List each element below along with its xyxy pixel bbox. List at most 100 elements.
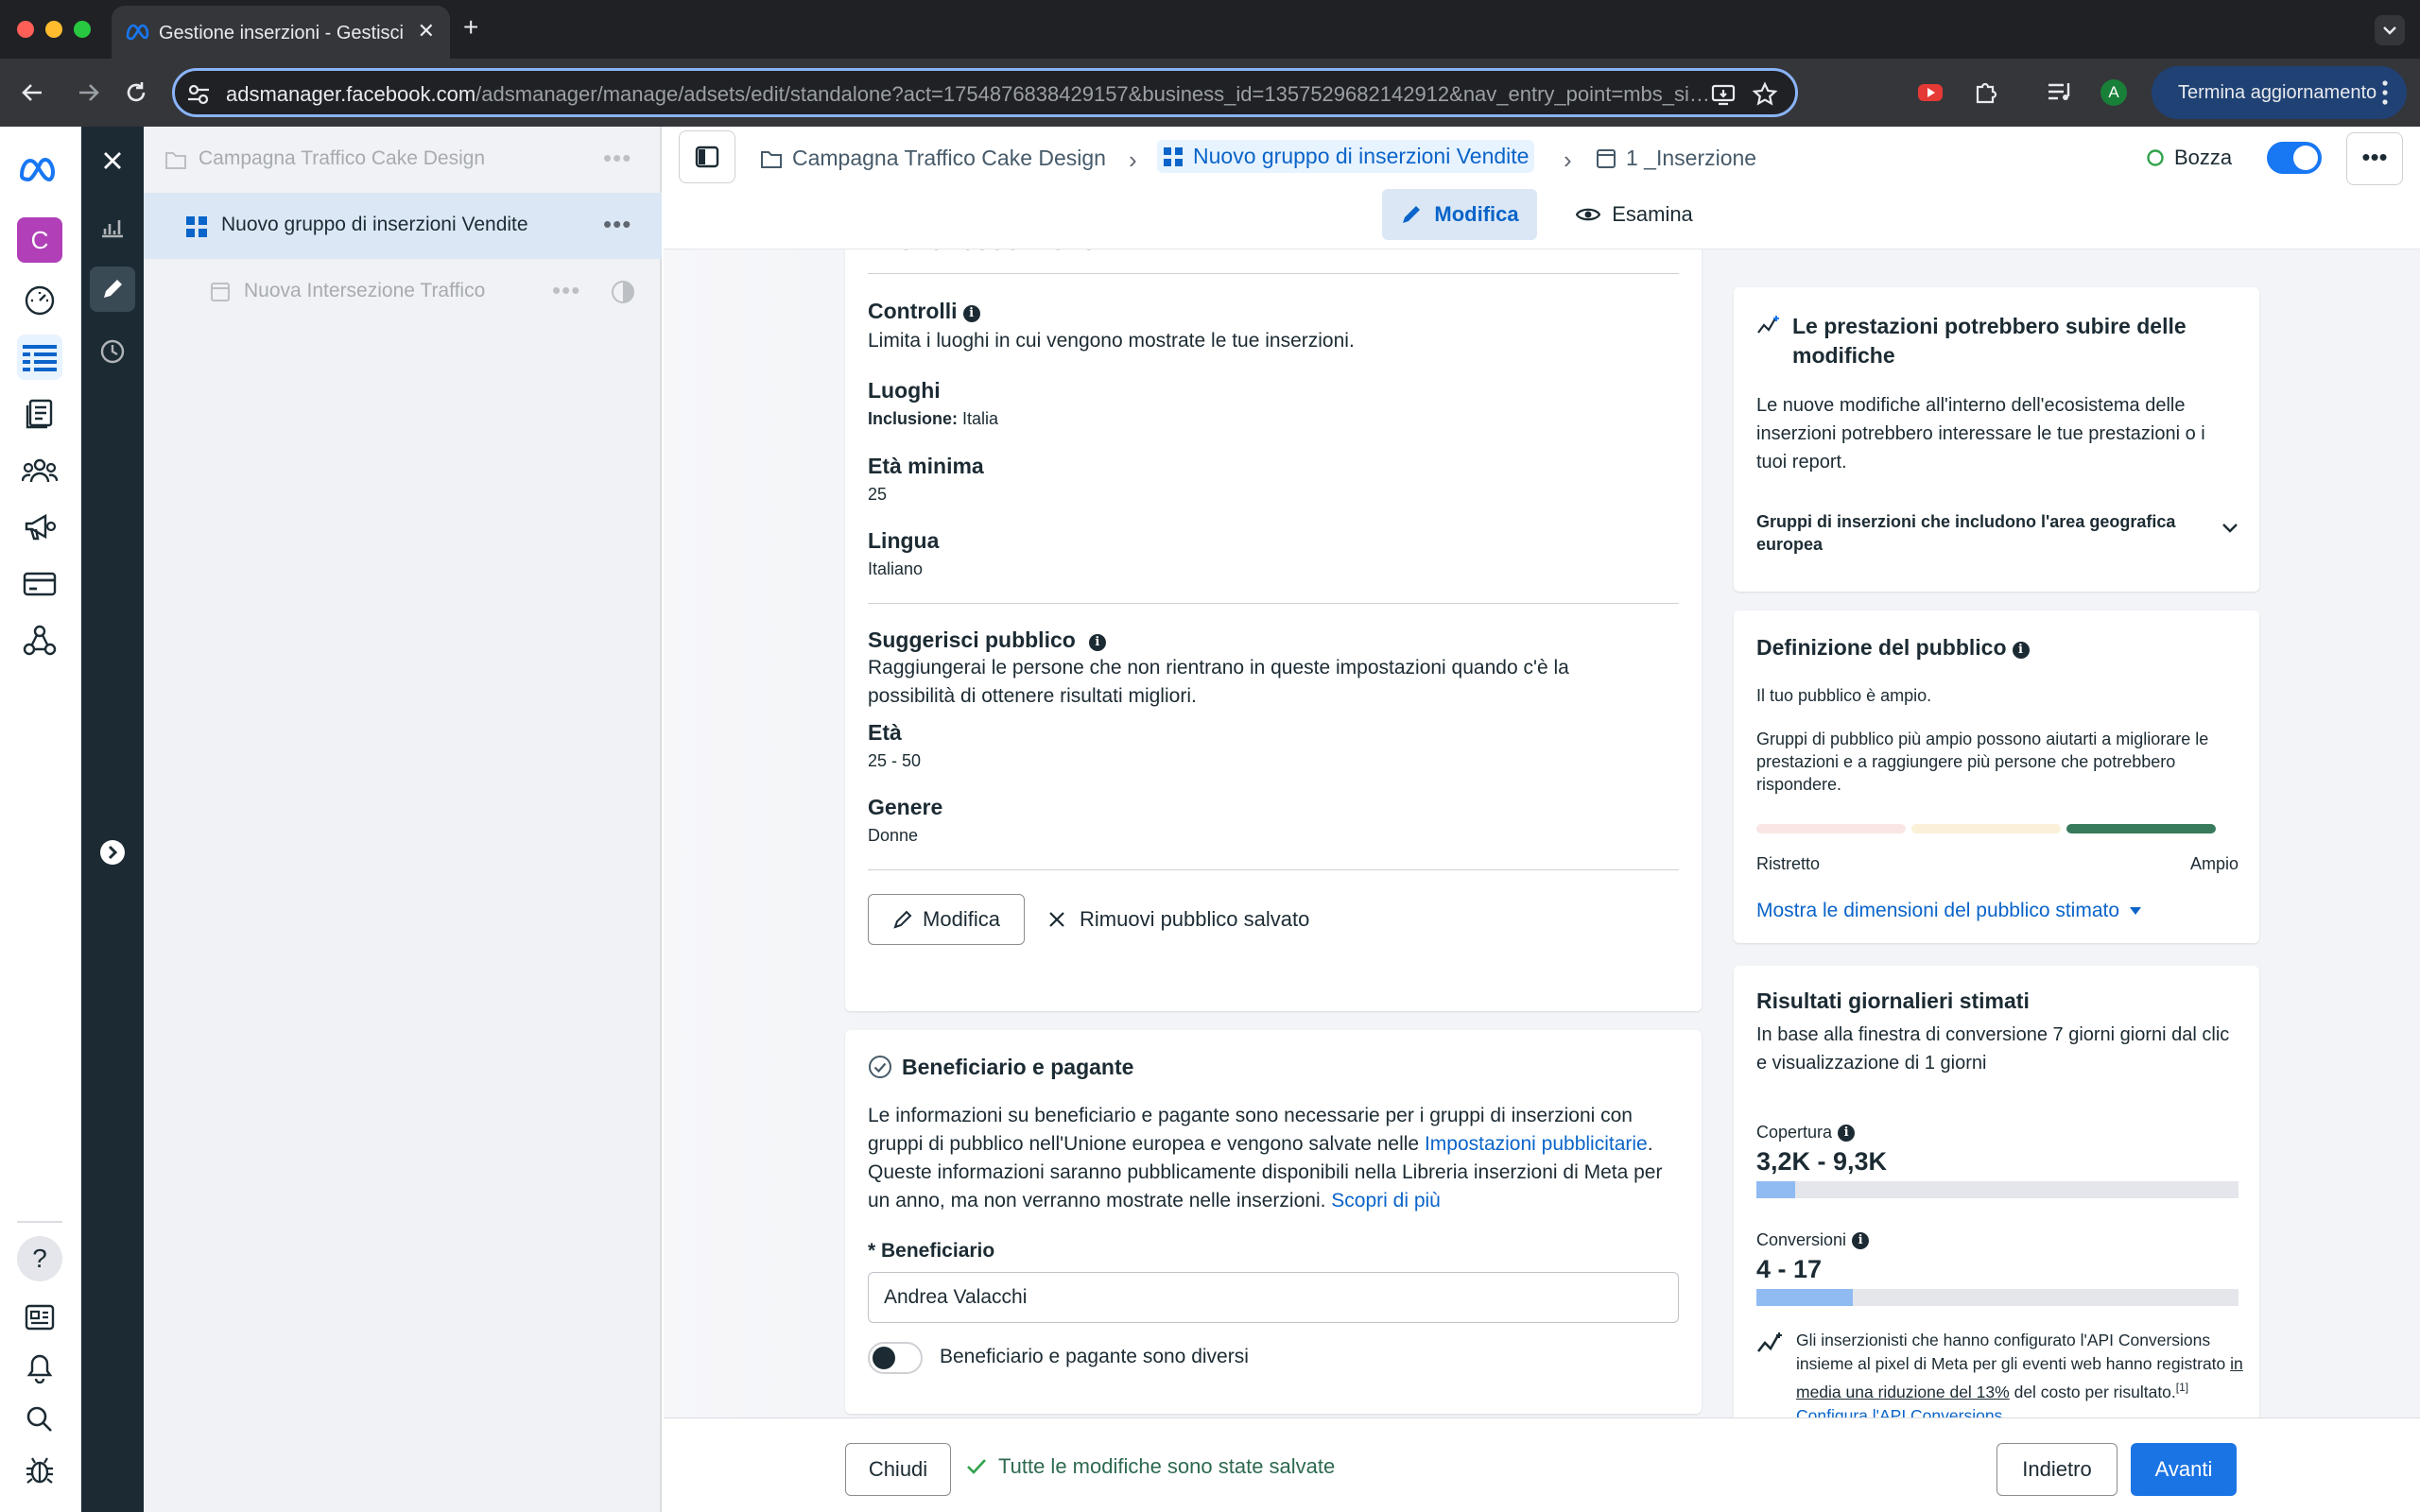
conversions-value: 4 - 17: [1756, 1255, 1823, 1283]
check-circle-icon: [868, 1055, 892, 1079]
info-icon[interactable]: i: [2012, 642, 2030, 659]
finish-update-button[interactable]: Termina aggiornamento: [2152, 66, 2407, 119]
learn-more-link[interactable]: Scopri di più: [1331, 1190, 1441, 1211]
conversions-label-text: Conversioni: [1756, 1230, 1847, 1249]
adset-grid-icon: [1164, 146, 1183, 166]
controls-title-text: Controlli: [868, 299, 958, 323]
configure-capi-link[interactable]: Configura l'API Conversions: [1796, 1406, 2002, 1418]
reach-value: 3,2K - 9,3K: [1756, 1147, 1888, 1176]
tree-adset-label: Nuovo gruppo di inserzioni Vendite: [221, 214, 528, 235]
browser-tab[interactable]: Gestione inserzioni - Gestisci ✕: [112, 6, 450, 59]
install-app-icon[interactable]: [1710, 81, 1737, 108]
info-icon[interactable]: i: [1088, 634, 1106, 651]
next-button[interactable]: Avanti: [2131, 1443, 2237, 1496]
billing-card-icon[interactable]: [17, 561, 62, 607]
edit-audience-button[interactable]: Modifica: [868, 894, 1025, 945]
url-path: /adsmanager/manage/adsets/edit/standalon…: [475, 82, 1720, 106]
help-icon[interactable]: ?: [17, 1236, 62, 1281]
window-minimize-button[interactable]: [45, 21, 62, 38]
edit-pencil-icon[interactable]: [90, 266, 135, 312]
beneficiary-desc: Le informazioni su beneficiario e pagant…: [868, 1102, 1681, 1215]
url-domain: adsmanager.facebook.com: [226, 82, 476, 106]
reload-icon[interactable]: [121, 77, 151, 108]
gauge-max-label: Ampio: [2189, 854, 2238, 873]
adset-more-icon[interactable]: •••: [603, 210, 631, 239]
breadcrumb-adset[interactable]: Nuovo gruppo di inserzioni Vendite: [1157, 140, 1535, 173]
search-icon[interactable]: [17, 1397, 62, 1442]
ads-manager-table-icon[interactable]: [17, 335, 62, 380]
catalog-pages-icon[interactable]: [17, 391, 62, 437]
perf-accordion[interactable]: Gruppi di inserzioni che includono l'are…: [1756, 510, 2238, 563]
tab-close-icon[interactable]: ✕: [418, 19, 435, 43]
notifications-bell-icon[interactable]: [17, 1346, 62, 1391]
beneficiary-input[interactable]: Andrea Valacchi: [868, 1272, 1679, 1323]
publish-toggle[interactable]: [2267, 142, 2322, 174]
new-tab-button[interactable]: +: [463, 13, 478, 42]
forward-arrow-icon[interactable]: [74, 77, 104, 108]
pencil-outline-icon: [893, 910, 912, 929]
window-close-button[interactable]: [17, 21, 34, 38]
youtube-extension-icon[interactable]: [1917, 79, 1944, 106]
locations-value: Inclusione: Italia: [868, 409, 998, 429]
controls-desc: Limita i luoghi in cui vengono mostrate …: [868, 330, 1355, 352]
bookmark-star-icon[interactable]: [1752, 81, 1778, 108]
back-arrow-icon[interactable]: [17, 77, 47, 108]
payer-different-toggle[interactable]: [868, 1342, 923, 1374]
close-button[interactable]: Chiudi: [845, 1443, 951, 1496]
capi-note-1: Gli inserzionisti che hanno configurato …: [1796, 1331, 2231, 1373]
tree-item-adset[interactable]: Nuovo gruppo di inserzioni Vendite •••: [144, 193, 662, 259]
window-zoom-button[interactable]: [74, 21, 91, 38]
gender-value: Donne: [868, 826, 919, 845]
tree-item-ad[interactable]: Nuova Intersezione Traffico •••: [144, 259, 662, 325]
breadcrumb-adset-label: Nuovo gruppo di inserzioni Vendite: [1193, 144, 1530, 168]
news-feed-icon[interactable]: [17, 1295, 62, 1340]
editor-tool-rail: [81, 127, 144, 1512]
account-avatar[interactable]: C: [17, 217, 62, 263]
editor-footer: Chiudi Tutte le modifiche sono state sal…: [664, 1418, 2420, 1512]
back-button[interactable]: Indietro: [1996, 1443, 2118, 1496]
dashboard-gauge-icon[interactable]: [17, 278, 62, 323]
site-settings-icon[interactable]: [186, 82, 211, 107]
media-controls-icon[interactable]: [2046, 79, 2074, 106]
header-more-button[interactable]: •••: [2346, 132, 2403, 185]
profile-avatar[interactable]: A: [2100, 79, 2127, 106]
ad-settings-link[interactable]: Impostazioni pubblicitarie: [1425, 1133, 1648, 1155]
remove-saved-audience-button[interactable]: Rimuovi pubblico salvato: [1047, 894, 1309, 945]
ad-more-icon[interactable]: •••: [552, 276, 580, 305]
close-editor-icon[interactable]: [90, 138, 135, 183]
campaign-more-icon[interactable]: •••: [603, 144, 631, 173]
history-clock-icon[interactable]: [90, 329, 135, 374]
toggle-panel-button[interactable]: [679, 130, 735, 183]
tree-item-campaign[interactable]: Campagna Traffico Cake Design •••: [144, 127, 662, 193]
info-icon[interactable]: i: [1838, 1125, 1856, 1142]
tab-review[interactable]: Esamina: [1564, 189, 1705, 240]
tab-review-label: Esamina: [1612, 202, 1693, 226]
expand-panel-icon[interactable]: [90, 830, 135, 875]
reporting-chart-icon[interactable]: [90, 204, 135, 249]
update-label: Termina aggiornamento: [2178, 82, 2377, 103]
meta-logo-icon[interactable]: [17, 147, 62, 193]
locations-country: Italia: [962, 409, 999, 428]
audience-id: 1754876838429157: [868, 249, 1112, 257]
tab-search-button[interactable]: [2375, 15, 2405, 45]
breadcrumb-chevron-icon: ›: [1564, 146, 1572, 174]
info-icon[interactable]: i: [1852, 1232, 1870, 1249]
show-audience-size-link[interactable]: Mostra le dimensioni del pubblico stimat…: [1756, 900, 2142, 922]
audience-definition-card: Definizione del pubblico i Il tuo pubblic…: [1734, 610, 2259, 943]
browser-toolbar: adsmanager.facebook.com/adsmanager/manag…: [0, 59, 2420, 127]
tab-edit[interactable]: Modifica: [1382, 189, 1537, 240]
tree-ad-label: Nuova Intersezione Traffico: [244, 280, 486, 301]
breadcrumb-ad-label: 1 _Inserzione: [1626, 146, 1757, 170]
ad-card-icon: [1597, 148, 1616, 168]
business-network-icon[interactable]: [17, 618, 62, 663]
address-bar[interactable]: adsmanager.facebook.com/adsmanager/manag…: [172, 68, 1798, 117]
bug-report-icon[interactable]: [17, 1448, 62, 1493]
reach-label: Copertura i: [1756, 1123, 1856, 1143]
audiences-people-icon[interactable]: [17, 448, 62, 493]
extensions-puzzle-icon[interactable]: [1972, 77, 2000, 106]
audience-card: 1754876838429157 Controllii Limita i luo…: [845, 249, 1702, 1011]
info-icon[interactable]: i: [962, 305, 980, 322]
breadcrumb-ad[interactable]: 1 _Inserzione: [1596, 146, 1756, 171]
campaigns-megaphone-icon[interactable]: [17, 505, 62, 550]
breadcrumb-campaign[interactable]: Campagna Traffico Cake Design: [760, 146, 1106, 171]
